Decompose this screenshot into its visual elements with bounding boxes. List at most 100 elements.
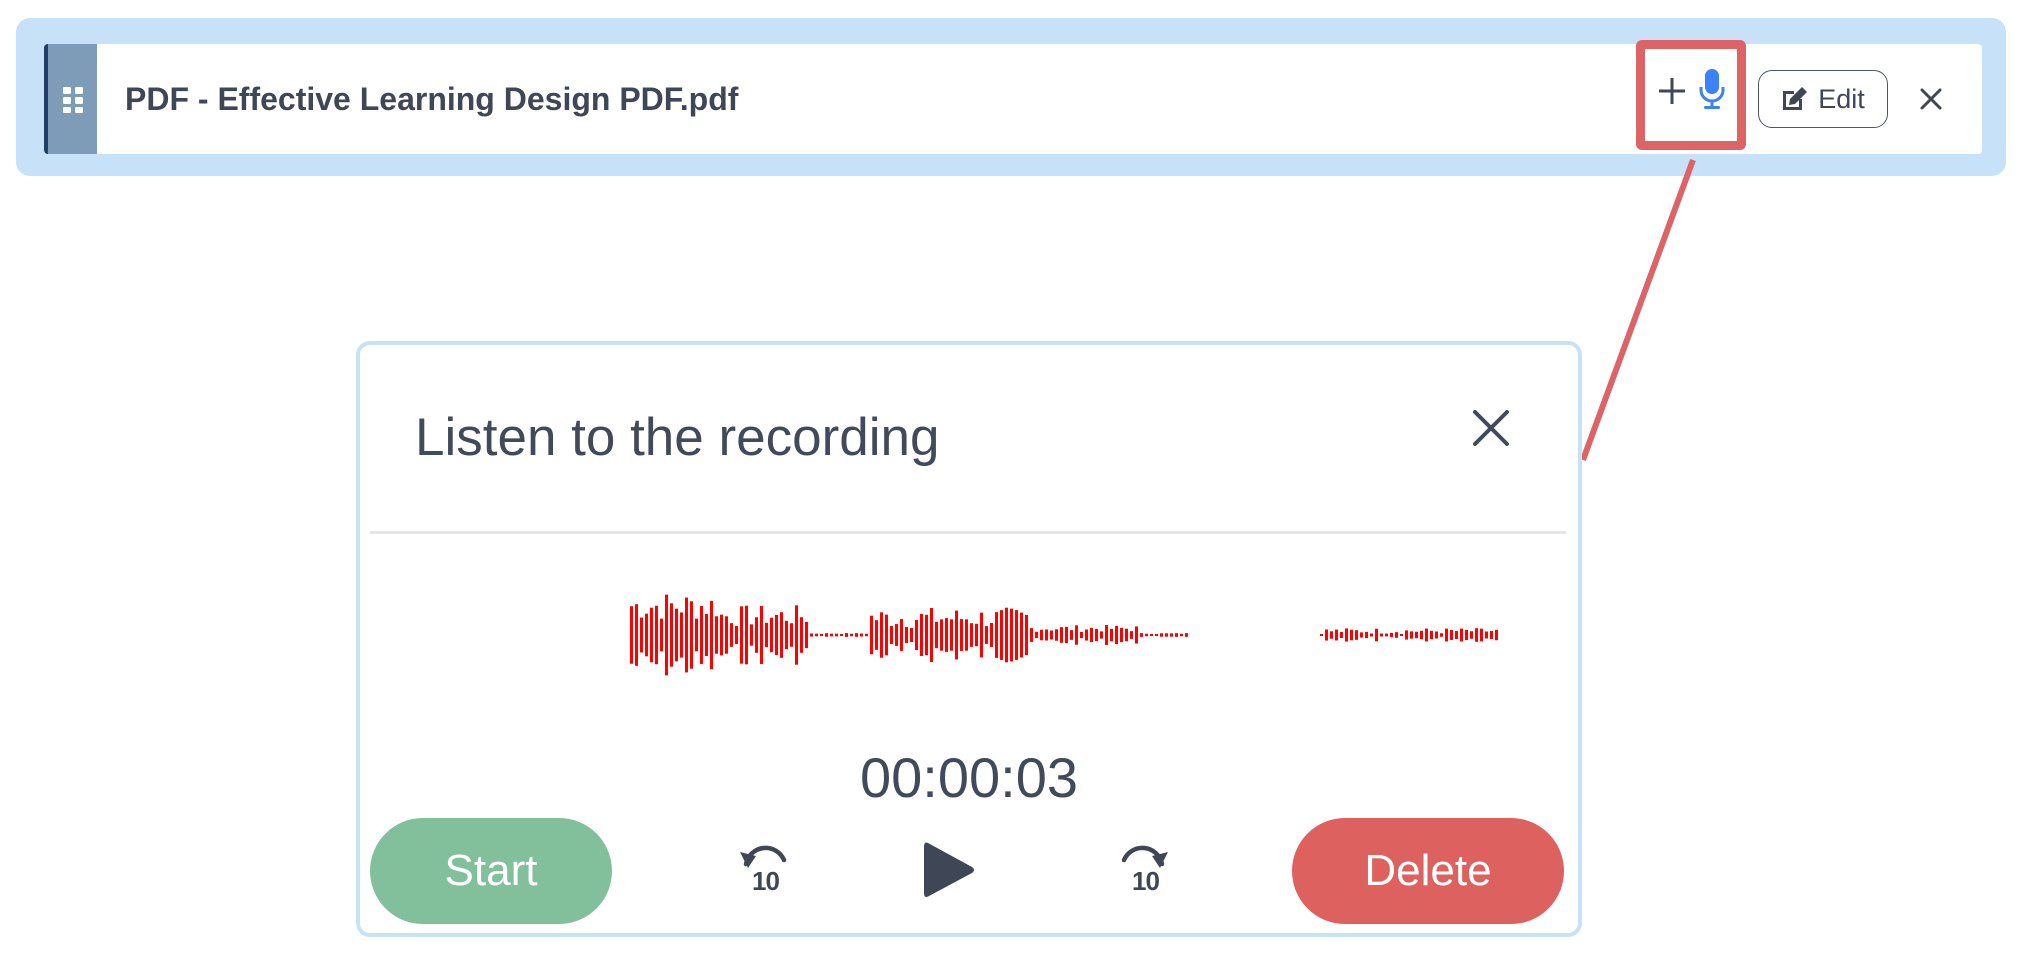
play-button[interactable] — [922, 839, 976, 906]
waveform-bar — [1405, 630, 1408, 640]
waveform-bar — [645, 613, 648, 657]
waveform-bar — [755, 617, 758, 653]
waveform-bar — [1345, 628, 1348, 642]
waveform-bar — [770, 617, 773, 653]
waveform-bar — [1095, 628, 1098, 642]
waveform-bar — [995, 612, 998, 658]
dialog-divider — [370, 531, 1566, 534]
waveform-bar — [1030, 628, 1033, 642]
waveform-bar — [1420, 630, 1423, 640]
start-button[interactable]: Start — [370, 818, 612, 924]
dialog-title: Listen to the recording — [415, 408, 940, 467]
close-icon[interactable] — [1920, 88, 1942, 110]
dialog-close-icon[interactable] — [1472, 409, 1510, 447]
waveform-bar — [1045, 629, 1048, 641]
waveform-bar — [670, 603, 673, 667]
waveform-bar — [1050, 630, 1053, 640]
waveform-bar — [1335, 629, 1338, 641]
waveform-bar — [775, 614, 778, 656]
waveform-bar — [1330, 631, 1333, 639]
waveform-bar — [1430, 630, 1433, 640]
waveform-bar — [1360, 632, 1363, 638]
waveform-bar — [875, 620, 878, 650]
waveform-bar — [740, 606, 743, 664]
plus-icon — [1659, 78, 1685, 104]
waveform-bar — [1105, 625, 1108, 645]
waveform-bar — [635, 604, 638, 666]
waveform-bar — [885, 614, 888, 656]
waveform-bar — [630, 606, 633, 664]
waveform-bar — [795, 605, 798, 665]
waveform-bar — [705, 613, 708, 657]
waveform-bar — [1440, 633, 1443, 637]
delete-button[interactable]: Delete — [1292, 818, 1564, 924]
waveform-bar — [950, 619, 953, 651]
waveform-bar — [1120, 627, 1123, 643]
waveform-bar — [1390, 632, 1393, 638]
waveform-bar — [990, 623, 993, 647]
waveform-bar — [920, 614, 923, 656]
add-audio-button[interactable] — [1636, 40, 1746, 150]
waveform-bar — [865, 633, 868, 637]
waveform-bar — [1155, 634, 1158, 636]
play-icon — [924, 842, 974, 897]
waveform-bar — [830, 633, 833, 637]
waveform-bar — [1380, 633, 1383, 637]
waveform-bar — [960, 619, 963, 651]
waveform-bar — [785, 620, 788, 650]
waveform-bar — [790, 623, 793, 647]
waveform-bar — [815, 633, 818, 637]
waveform-bar — [1425, 628, 1428, 642]
waveform-bar — [1400, 634, 1403, 636]
edit-icon — [1783, 87, 1808, 110]
waveform-bar — [965, 619, 968, 651]
waveform-bar — [895, 624, 898, 646]
waveform-bar — [910, 627, 913, 643]
waveform-bar — [680, 612, 683, 658]
waveform-bar — [710, 600, 713, 670]
waveform-bar — [1455, 631, 1458, 639]
waveform-bar — [1460, 628, 1463, 642]
file-name: PDF - Effective Learning Design PDF.pdf — [125, 81, 739, 117]
waveform-bar — [980, 612, 983, 658]
waveform-bar — [1080, 631, 1083, 639]
waveform-bar — [695, 618, 698, 652]
waveform-bar — [1395, 632, 1398, 638]
waveform-bar — [935, 621, 938, 649]
waveform-bar — [985, 626, 988, 644]
waveform-bar — [655, 605, 658, 665]
waveform-bar — [1490, 631, 1493, 639]
waveform-bar — [860, 633, 863, 637]
forward-10-button[interactable]: 10 — [1118, 842, 1170, 901]
waveform-bar — [810, 633, 813, 637]
waveform-bar — [870, 615, 873, 655]
waveform-bar — [760, 605, 763, 665]
waveform-bar — [1365, 631, 1368, 639]
drag-handle[interactable] — [44, 44, 97, 154]
waveform-bar — [1370, 633, 1373, 637]
waveform-bar — [665, 594, 668, 676]
waveform-bar — [1485, 631, 1488, 639]
waveform-bar — [1450, 630, 1453, 640]
waveform-bar — [955, 610, 958, 660]
waveform-bar — [925, 614, 928, 656]
waveform-bar — [1020, 612, 1023, 658]
waveform-bar — [1125, 628, 1128, 642]
waveform-bar — [715, 616, 718, 654]
waveform-bar — [1170, 633, 1173, 637]
waveform-bar — [745, 605, 748, 665]
waveform-bar — [1150, 634, 1153, 636]
waveform-bar — [1415, 631, 1418, 639]
rewind-10-label: 10 — [752, 866, 780, 896]
edit-button[interactable]: Edit — [1758, 70, 1888, 128]
rewind-10-button[interactable]: 10 — [738, 842, 790, 901]
waveform-bar — [1435, 631, 1438, 639]
waveform-bar — [700, 606, 703, 664]
waveform-bar — [825, 633, 828, 637]
waveform-bar — [1040, 629, 1043, 641]
waveform-bar — [1375, 628, 1378, 642]
waveform-bar — [1165, 633, 1168, 637]
waveform-bar — [1065, 626, 1068, 644]
waveform-bar — [750, 624, 753, 646]
waveform-bar — [970, 623, 973, 647]
